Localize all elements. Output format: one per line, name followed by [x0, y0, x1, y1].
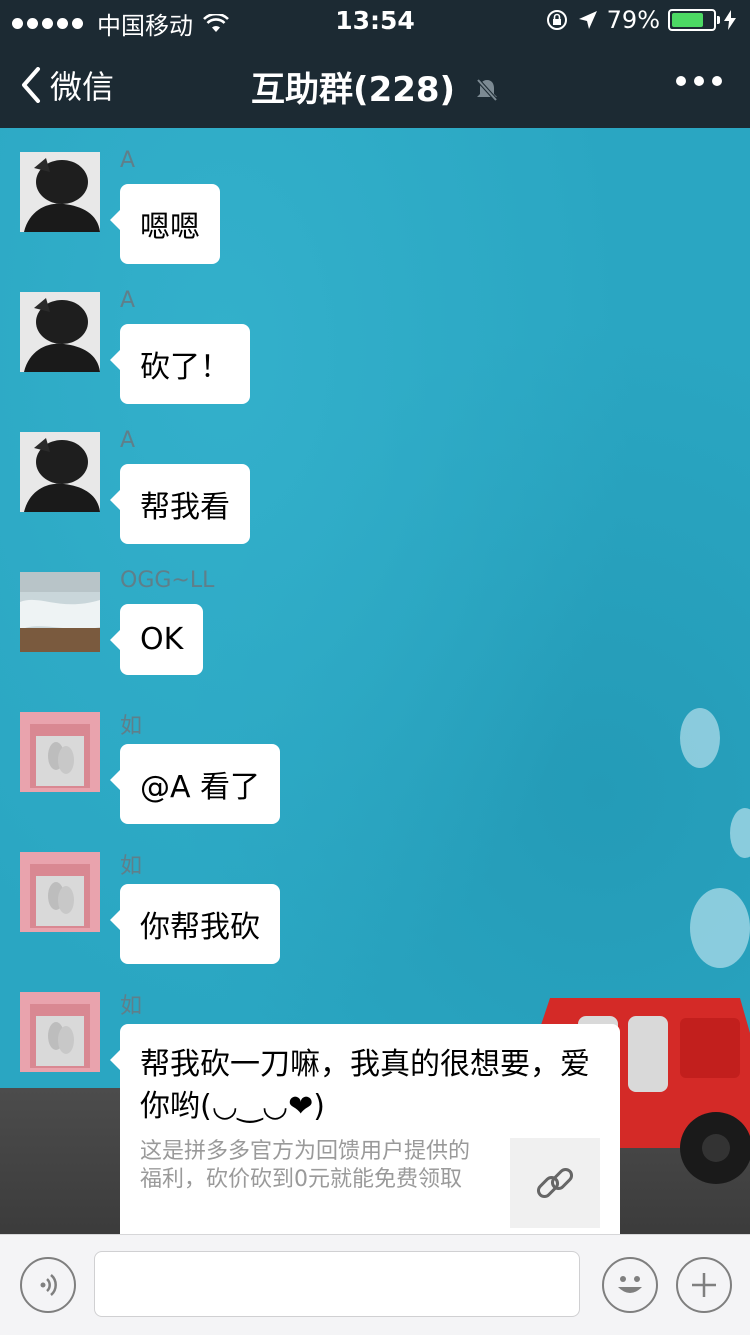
background-cloud: [730, 808, 750, 858]
avatar[interactable]: [20, 712, 100, 792]
input-bar: [0, 1234, 750, 1335]
voice-button[interactable]: [20, 1257, 76, 1313]
chat-area[interactable]: A 嗯嗯 A 砍了！ A 帮我看 OGG~LL OK 如 @A 看了 如 你帮我…: [0, 128, 750, 1234]
chat-title-text: 互助群(228): [251, 70, 456, 110]
message-bubble[interactable]: OK: [109, 604, 204, 675]
battery-percent: 79%: [606, 6, 660, 34]
sender-name: A: [120, 148, 136, 173]
status-bar: 中国移动 13:54 79%: [0, 0, 750, 40]
link-card[interactable]: 帮我砍一刀嘛，我真的很想要，爱你哟(◡‿◡❤) 这是拼多多官方为回馈用户提供的福…: [110, 1024, 620, 1234]
link-card-thumbnail: [510, 1138, 600, 1228]
sender-name: A: [120, 428, 136, 453]
orientation-lock-icon: [546, 10, 567, 30]
link-card-body: 这是拼多多官方为回馈用户提供的福利，砍价砍到0元就能免费领取: [140, 1138, 600, 1228]
top-bar: 中国移动 13:54 79% 微信 互助群(228): [0, 0, 750, 128]
chat-title: 互助群(228): [0, 62, 750, 112]
message-bubble[interactable]: 你帮我砍: [110, 884, 280, 964]
more-icon: [668, 76, 722, 86]
message-bubble[interactable]: @A 看了: [109, 744, 281, 824]
location-icon: [578, 11, 597, 29]
avatar[interactable]: [20, 852, 100, 932]
avatar[interactable]: [20, 432, 100, 512]
plus-button[interactable]: [676, 1257, 732, 1313]
avatar[interactable]: [20, 152, 100, 232]
message-bubble[interactable]: 嗯嗯: [110, 184, 220, 264]
mute-icon: [475, 72, 499, 112]
sender-name: 如: [120, 714, 143, 739]
sender-name: A: [120, 288, 136, 313]
background-cloud: [690, 888, 750, 968]
avatar[interactable]: [20, 992, 100, 1072]
link-icon: [536, 1167, 574, 1199]
charging-icon: [724, 10, 736, 30]
message-bubble[interactable]: 砍了！: [110, 324, 250, 404]
plus-icon: [692, 1273, 716, 1297]
emoji-icon: [618, 1276, 642, 1293]
status-right: 79%: [545, 6, 736, 34]
battery-fill: [672, 13, 703, 27]
battery-icon: [668, 9, 720, 31]
voice-icon: [40, 1274, 57, 1296]
emoji-button[interactable]: [602, 1257, 658, 1313]
nav-bar: 微信 互助群(228): [0, 40, 750, 128]
link-card-description: 这是拼多多官方为回馈用户提供的福利，砍价砍到0元就能免费领取: [140, 1139, 471, 1192]
avatar[interactable]: [20, 292, 100, 372]
avatar[interactable]: [20, 572, 100, 652]
more-button[interactable]: [668, 76, 722, 86]
message-bubble[interactable]: 帮我看: [110, 464, 250, 544]
link-card-title: 帮我砍一刀嘛，我真的很想要，爱你哟(◡‿◡❤): [140, 1047, 590, 1124]
sender-name: 如: [120, 854, 143, 879]
sender-name: OGG~LL: [120, 568, 215, 593]
background-cloud: [680, 708, 720, 768]
sender-name: 如: [120, 994, 143, 1019]
message-input[interactable]: [94, 1251, 580, 1317]
